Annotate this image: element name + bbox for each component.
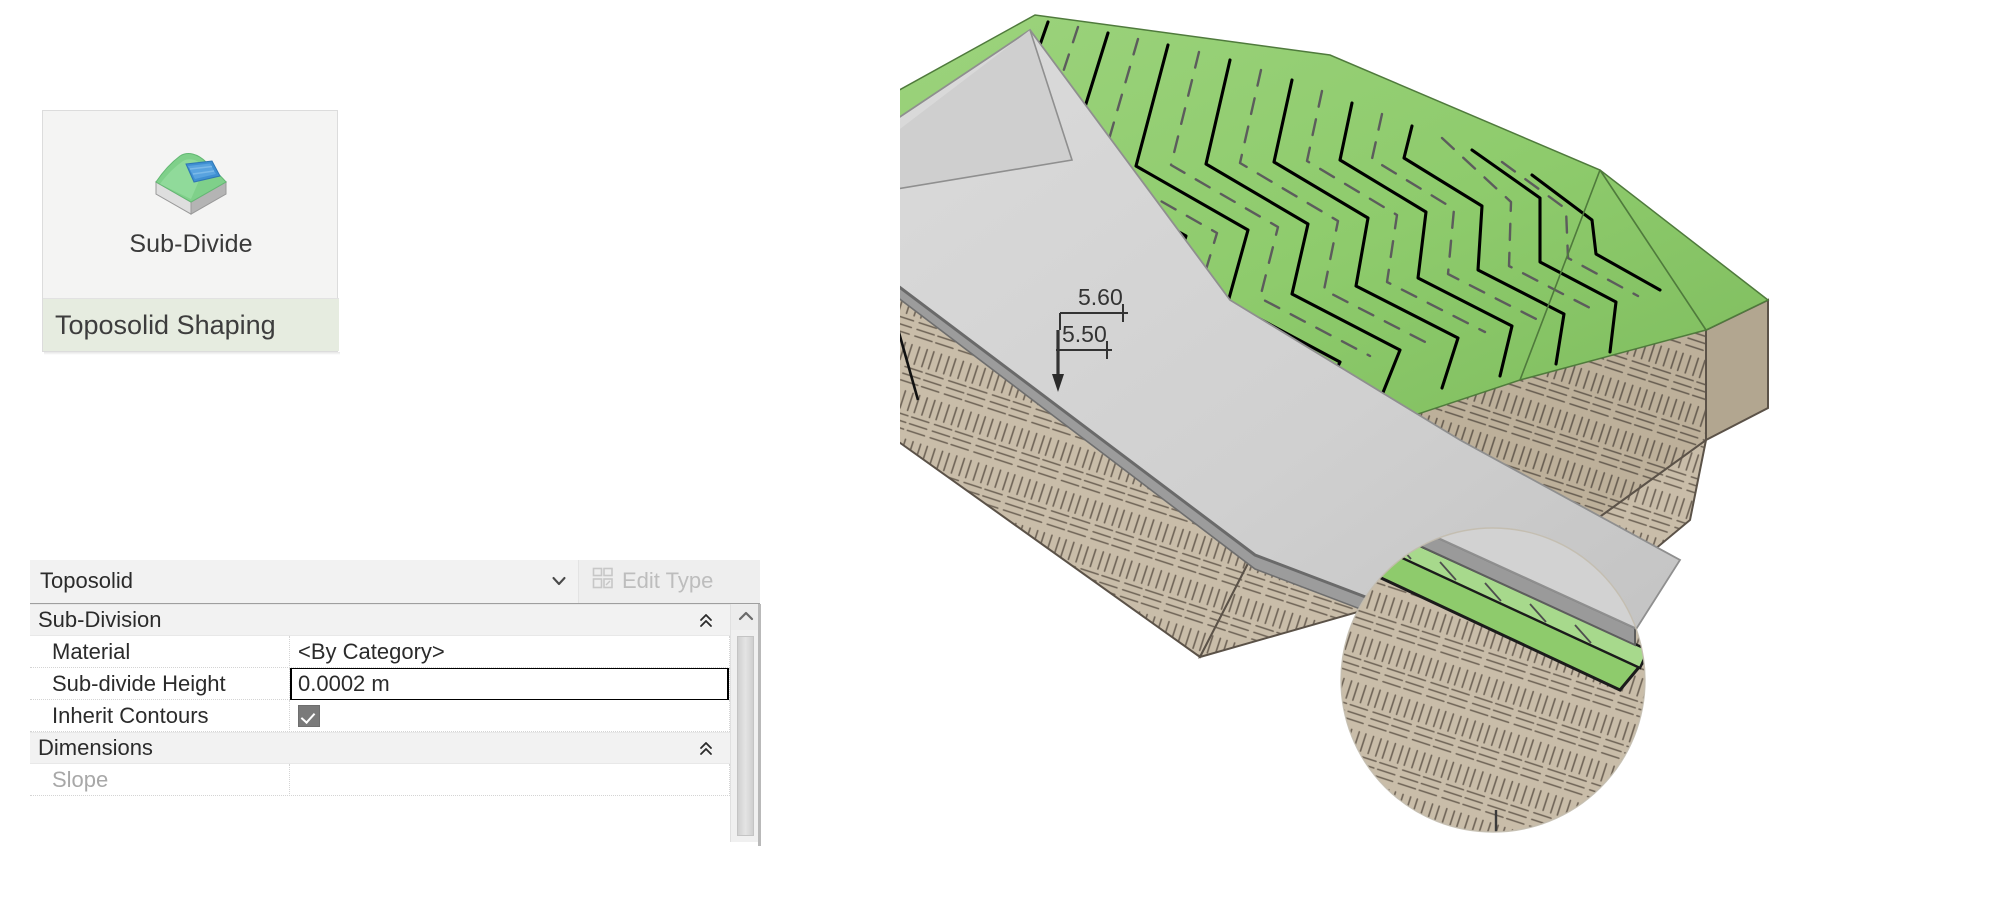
property-value-sub-divide-height[interactable]: [290, 667, 730, 700]
double-chevron-up-icon[interactable]: [698, 740, 714, 764]
toposolid-3d-view[interactable]: 5.60 5.50: [900, 0, 2000, 900]
type-selector-row: Toposolid Edit Type: [30, 560, 760, 604]
spot-elevation-upper-text: 5.60: [1078, 284, 1123, 310]
spot-elevation-lower-text: 5.50: [1062, 321, 1107, 347]
property-name-sub-divide-height: Sub-divide Height: [30, 667, 290, 700]
table-row[interactable]: Slope: [30, 763, 730, 796]
scroll-up-button[interactable]: [731, 604, 760, 630]
property-value-inherit-contours[interactable]: [290, 699, 730, 732]
type-selector[interactable]: Toposolid: [30, 560, 578, 603]
property-value-slope[interactable]: [290, 763, 730, 796]
toposolid-subdivide-icon: [150, 140, 232, 216]
chevron-down-icon[interactable]: [550, 572, 568, 596]
scrollbar-thumb[interactable]: [737, 636, 754, 836]
ribbon-panel-title: Toposolid Shaping: [55, 309, 276, 340]
property-grid: Sub-Division Material <By Category> Sub-…: [30, 604, 730, 842]
sub-divide-button[interactable]: Sub-Divide: [43, 118, 339, 293]
sub-divide-height-input[interactable]: [290, 667, 729, 700]
chevron-up-icon: [737, 605, 755, 629]
type-selector-value: Toposolid: [40, 567, 133, 593]
section-header-label: Sub-Division: [38, 607, 162, 632]
ribbon-panel-shadow: [44, 352, 340, 355]
toposolid-shaping-ribbon-panel: Sub-Divide Toposolid Shaping: [42, 110, 339, 352]
edit-type-icon: [591, 566, 615, 596]
edit-type-button[interactable]: Edit Type: [578, 560, 760, 603]
property-grid-scrollbar[interactable]: [730, 604, 760, 842]
table-row[interactable]: Sub-divide Height: [30, 667, 730, 700]
property-name-inherit-contours: Inherit Contours: [30, 699, 290, 732]
property-value-material[interactable]: <By Category>: [290, 635, 730, 668]
edit-type-label: Edit Type: [622, 567, 714, 593]
inherit-contours-checkbox[interactable]: [298, 704, 320, 727]
property-name-material: Material: [30, 635, 290, 668]
section-header-label: Dimensions: [38, 735, 153, 760]
sub-divide-button-label: Sub-Divide: [129, 230, 253, 258]
table-row[interactable]: Material <By Category>: [30, 635, 730, 668]
table-row[interactable]: Inherit Contours: [30, 699, 730, 732]
property-grid-right-border: [758, 604, 761, 846]
property-name-slope: Slope: [30, 763, 290, 796]
double-chevron-up-icon[interactable]: [698, 612, 714, 636]
section-header-sub-division[interactable]: Sub-Division: [30, 604, 730, 636]
property-grid-wrapper: Sub-Division Material <By Category> Sub-…: [30, 604, 760, 842]
section-header-dimensions[interactable]: Dimensions: [30, 732, 730, 764]
ribbon-panel-title-bar[interactable]: Toposolid Shaping: [43, 298, 339, 351]
properties-palette: Toposolid Edit Type Sub-Division Materia…: [30, 560, 760, 845]
